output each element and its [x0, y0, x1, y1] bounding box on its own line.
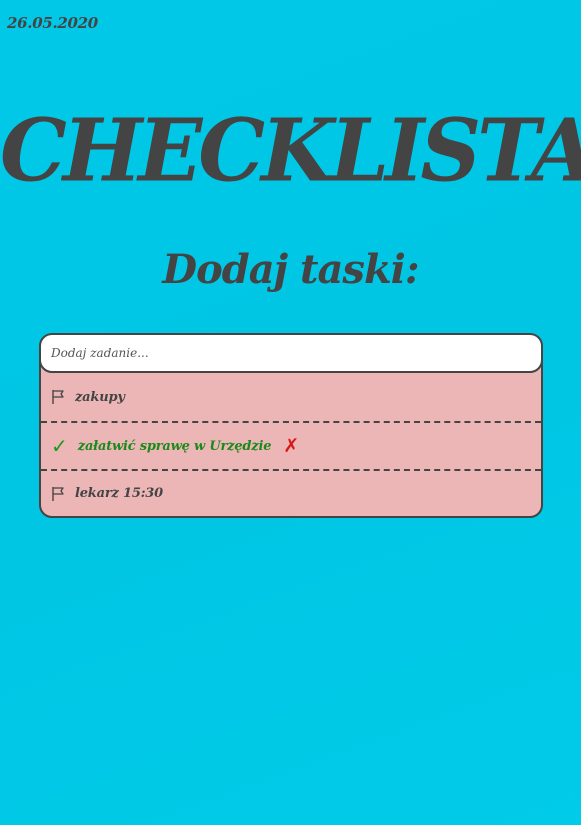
date-label: 26.05.2020: [7, 14, 98, 32]
page-subtitle: Dodaj taski:: [162, 246, 419, 293]
task-label: lekarz 15:30: [75, 486, 163, 501]
task-item[interactable]: lekarz 15:30: [41, 471, 541, 516]
page-title: CHECKLISTA: [0, 100, 581, 201]
task-item[interactable]: zakupy: [41, 373, 541, 421]
check-icon: ✓: [51, 434, 68, 458]
task-item-done[interactable]: ✓ załatwić sprawę w Urzędzie ✗: [41, 423, 541, 469]
task-list: zakupy ✓ załatwić sprawę w Urzędzie ✗ le…: [39, 333, 543, 518]
task-label: załatwić sprawę w Urzędzie: [77, 438, 272, 454]
flag-icon: [52, 390, 64, 404]
cross-icon[interactable]: ✗: [283, 436, 299, 456]
task-label: zakupy: [75, 389, 125, 405]
flag-icon: [52, 486, 64, 501]
task-input[interactable]: [41, 335, 541, 373]
